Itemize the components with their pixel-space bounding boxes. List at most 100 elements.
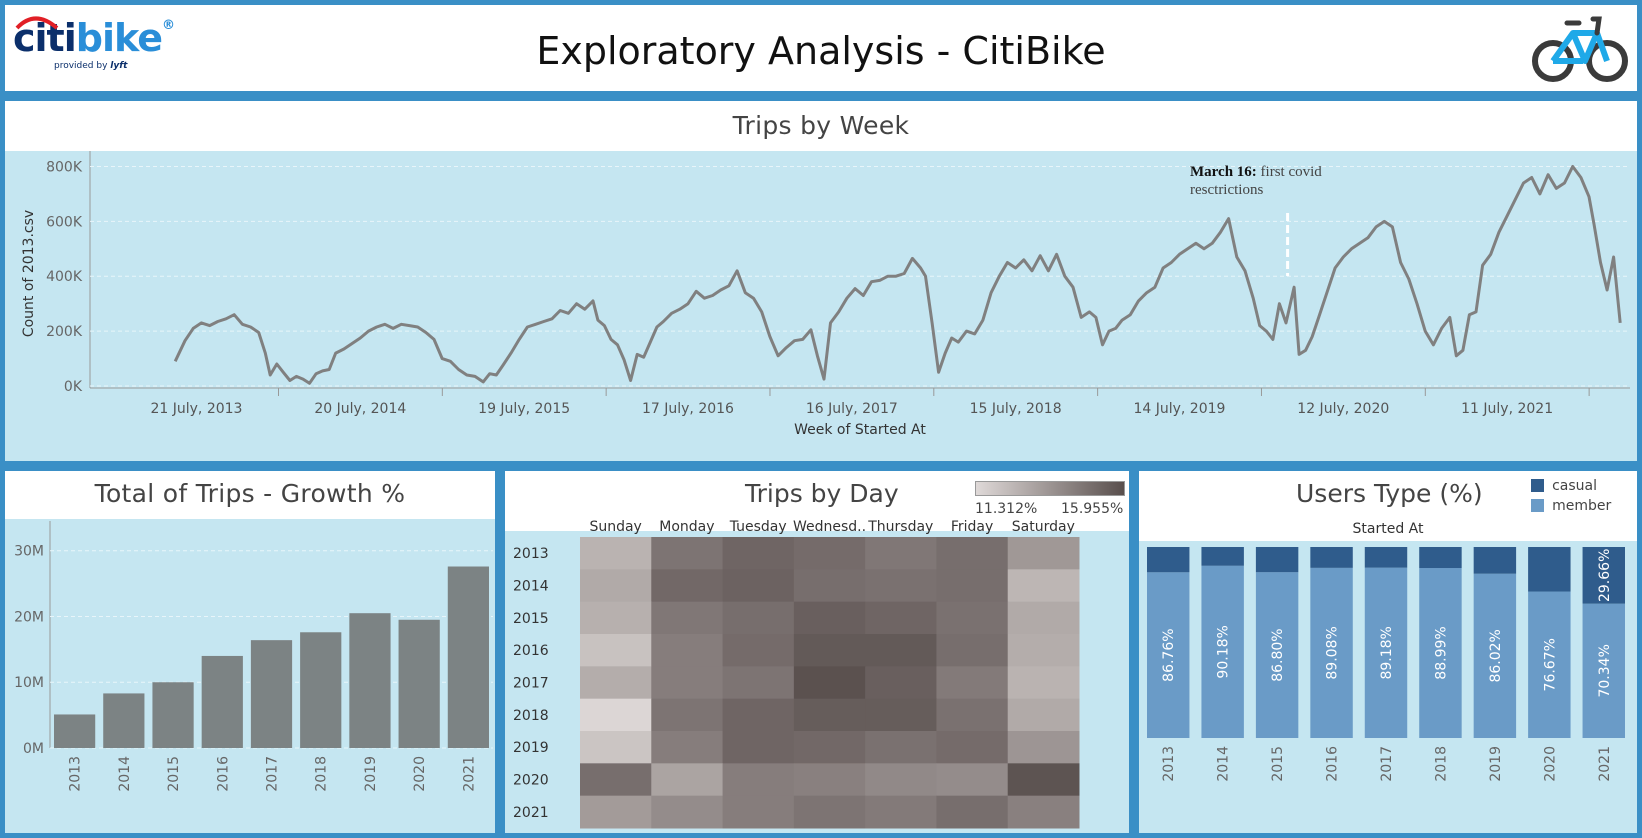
growth-bar [152, 682, 194, 748]
heatmap-cell [722, 666, 795, 700]
heatmap-cell [580, 763, 652, 797]
heatmap-cell [793, 698, 866, 732]
growth-y-tick-label: 20M [14, 609, 44, 625]
heatmap-cell [865, 763, 937, 797]
users-x-tick-label: 2016 [1325, 746, 1341, 782]
growth-bar [103, 693, 145, 748]
heatmap-cell [580, 569, 652, 603]
growth-x-tick-label: 2021 [461, 756, 477, 792]
heatmap-row-label: 2020 [513, 773, 549, 789]
week-x-tick-label: 12 July, 2020 [1297, 401, 1389, 417]
heatmap-cell [936, 698, 1009, 732]
week-x-tick-label: 11 July, 2021 [1461, 401, 1553, 417]
casual-bar-segment [1201, 547, 1244, 566]
heatmap-cell [793, 666, 866, 700]
users-type-chart: 86.76% 2013 90.18% 2014 86.80% 2015 89.08% 2016… [1147, 547, 1625, 782]
heatmap-cell [793, 601, 866, 635]
heatmap-cell [651, 634, 724, 667]
covid-annotation: March 16: first covid resctrictions [1190, 163, 1322, 199]
heatmap-cell [1007, 763, 1080, 797]
week-x-tick-label: 14 July, 2019 [1133, 401, 1225, 417]
member-value-label: 88.99% [1433, 626, 1449, 679]
bicycle-icon [1532, 16, 1628, 82]
growth-chart: 0M 10M 20M 30M 2013 2014 2015 2016 2017 2018 2019 2… [14, 521, 493, 792]
heatmap-cell [1007, 634, 1080, 667]
users-x-tick-label: 2013 [1161, 746, 1177, 782]
growth-y-tick-label: 30M [14, 544, 44, 560]
heatmap-cell [865, 795, 937, 829]
weekly-trips-line [173, 165, 1622, 385]
growth-bar [201, 655, 243, 748]
heatmap-cell [865, 634, 937, 667]
header-panel: citibike® provided by lyft Exploratory A… [0, 0, 1642, 96]
heatmap-cell [651, 698, 724, 732]
heatmap-row-label: 2016 [513, 643, 549, 659]
member-value-label: 86.76% [1161, 628, 1177, 681]
growth-bar [447, 566, 489, 748]
week-y-axis-label: Count of 2013.csv [21, 210, 37, 337]
growth-y-tick-label: 0M [23, 741, 44, 757]
growth-bar [300, 632, 342, 748]
casual-value-label: 29.66% [1597, 549, 1613, 602]
week-x-tick-label: 19 July, 2015 [478, 401, 570, 417]
heatmap-cell [651, 601, 724, 635]
week-x-tick-label: 15 July, 2018 [970, 401, 1062, 417]
heatmap-cell [722, 698, 795, 732]
casual-bar-segment [1147, 547, 1190, 573]
growth-bar [54, 714, 96, 748]
week-x-tick-label: 16 July, 2017 [806, 401, 898, 417]
heatmap-cell [722, 601, 795, 635]
week-y-tick-label: 400K [46, 269, 83, 285]
covid-annotation-bold: March 16: [1190, 164, 1257, 180]
trips-by-week-panel: Trips by Week 0K 200K 400K 600K 800K 21 July,… [0, 96, 1642, 466]
heatmap-row-label: 2019 [513, 740, 549, 756]
covid-annotation-line1: first covid [1256, 164, 1322, 180]
growth-bar [349, 613, 391, 748]
member-value-label: 86.02% [1488, 629, 1504, 682]
heatmap-cell [580, 698, 652, 732]
heatmap-cell [793, 537, 866, 570]
casual-bar-segment [1473, 547, 1517, 574]
heatmap-cell [722, 763, 795, 797]
heatmap-cell [793, 731, 866, 764]
heatmap-cell [651, 537, 724, 570]
growth-x-tick-label: 2017 [265, 756, 281, 792]
week-x-tick-label: 17 July, 2016 [642, 401, 734, 417]
heatmap-cell [936, 634, 1009, 667]
growth-y-tick-label: 10M [14, 675, 44, 691]
heatmap-cell [1007, 666, 1080, 700]
heatmap-cell [936, 569, 1009, 603]
heatmap-row-label: 2015 [513, 611, 549, 627]
heatmap-cell [1007, 537, 1080, 570]
heatmap-cell [1007, 731, 1080, 764]
users-x-tick-label: 2020 [1542, 746, 1558, 782]
member-value-label: 89.08% [1325, 626, 1341, 679]
heatmap-cell [1007, 698, 1080, 732]
users-x-tick-label: 2017 [1379, 746, 1395, 782]
week-x-tick-label: 20 July, 2014 [314, 401, 406, 417]
growth-x-tick-label: 2018 [314, 756, 330, 792]
heatmap-column-label: Thursday [867, 519, 933, 535]
trips-by-week-chart: 0K 200K 400K 600K 800K 21 July, 2013 20 July, … [21, 151, 1630, 438]
heatmap-cell [580, 795, 652, 829]
heatmap-cell [936, 666, 1009, 700]
growth-x-tick-label: 2013 [68, 756, 84, 792]
users-type-panel: Users Type (%) casual member Started At … [1134, 466, 1642, 838]
member-value-label: 76.67% [1542, 638, 1558, 691]
heatmap-cell [936, 537, 1009, 570]
casual-bar-segment [1255, 547, 1299, 573]
member-value-label: 89.18% [1379, 626, 1395, 679]
member-value-label: 70.34% [1597, 644, 1613, 697]
users-x-tick-label: 2021 [1597, 746, 1613, 782]
heatmap-cell [936, 601, 1009, 635]
page-title: Exploratory Analysis - CitiBike [536, 29, 1106, 73]
growth-bar [398, 619, 440, 748]
week-y-tick-label: 600K [46, 214, 83, 230]
heatmap-cell [865, 731, 937, 764]
heatmap-cell [580, 731, 652, 764]
casual-bar-segment [1310, 547, 1353, 568]
heatmap-column-label: Friday [951, 519, 993, 535]
heatmap-cell [936, 731, 1009, 764]
casual-bar-segment [1364, 547, 1408, 568]
heatmap-row-label: 2014 [513, 579, 549, 595]
